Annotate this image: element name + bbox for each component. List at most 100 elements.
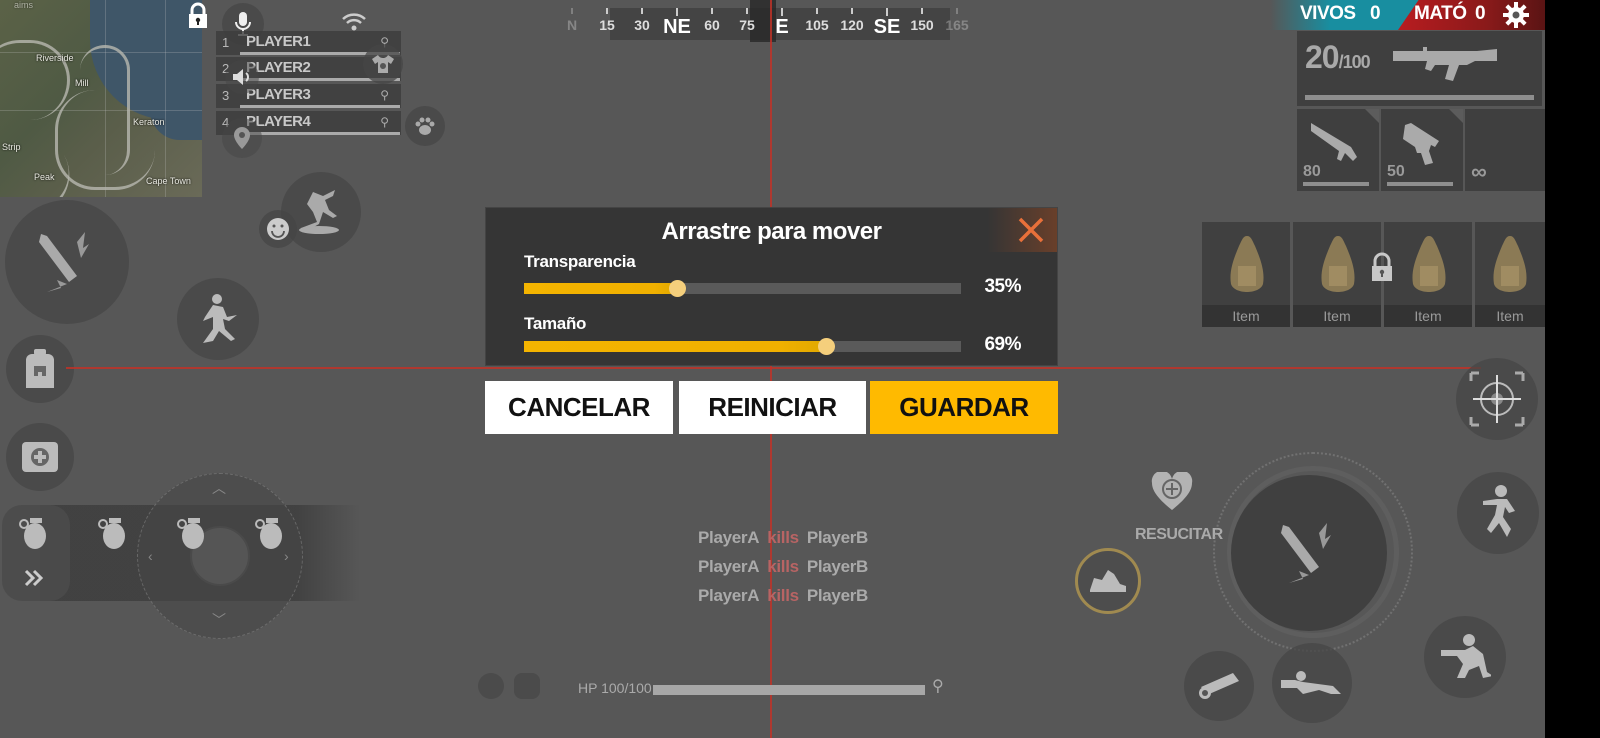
- jump-button[interactable]: [1457, 472, 1539, 554]
- kill-feed-entry: PlayerA kills PlayerB: [698, 528, 868, 548]
- current-ammo: 20/100: [1305, 39, 1371, 75]
- bag-icon: [1412, 236, 1446, 292]
- medkit-button[interactable]: [6, 423, 74, 491]
- dash-skill-button[interactable]: [1075, 548, 1141, 614]
- reset-button[interactable]: REINICIAR: [679, 381, 866, 434]
- double-chevron-right-icon[interactable]: [24, 568, 44, 588]
- compass-tick-mark: [641, 8, 643, 14]
- size-slider[interactable]: [524, 338, 961, 355]
- map-label: Keraton: [133, 117, 165, 127]
- compass-tick-label: 105: [805, 17, 829, 33]
- gear-icon[interactable]: [1503, 2, 1529, 28]
- size-value: 69%: [984, 334, 1021, 355]
- prone-button[interactable]: [1272, 643, 1352, 723]
- grenade-icon[interactable]: [18, 514, 48, 550]
- infinity-icon: ∞: [1471, 159, 1487, 184]
- compass-tick-mark: [956, 8, 958, 14]
- grenade-icon[interactable]: [254, 514, 284, 550]
- kill-feed-entry: PlayerA kills PlayerB: [698, 557, 868, 577]
- item-slot[interactable]: Item: [1384, 222, 1472, 327]
- bag-icon: [1493, 236, 1527, 292]
- sneaker-icon: [1090, 570, 1126, 592]
- transparency-slider[interactable]: [524, 280, 961, 297]
- emoji-button[interactable]: [259, 210, 297, 248]
- prone-soldier-icon: [1281, 671, 1341, 694]
- weapon-slot[interactable]: ∞: [1465, 109, 1545, 191]
- lock-icon[interactable]: [187, 2, 209, 28]
- compass-tick-label: 15: [599, 17, 615, 33]
- weapon-slot[interactable]: 50: [1381, 109, 1463, 191]
- sprint-button[interactable]: [177, 278, 259, 360]
- compass-tick-label: NE: [663, 16, 691, 38]
- item-slot[interactable]: Item: [1293, 222, 1381, 327]
- transparency-value: 35%: [984, 276, 1021, 297]
- fire-button-left[interactable]: [5, 200, 129, 324]
- minimap-road: [80, 45, 130, 175]
- kill-feed-entry: PlayerA kills PlayerB: [698, 586, 868, 606]
- outfit-button[interactable]: [363, 44, 403, 84]
- backpack-icon: [26, 349, 54, 388]
- pistol-icon: [1403, 123, 1439, 165]
- compass-tick-mark: [676, 8, 678, 16]
- hud-settings-dialog[interactable]: Arrastre para mover Transparencia 35% Ta…: [485, 207, 1058, 366]
- bag-icon: [1230, 236, 1264, 292]
- helmet-icon: [478, 673, 504, 699]
- weapon-slot[interactable]: 80: [1297, 109, 1379, 191]
- item-label: Item: [1293, 305, 1381, 327]
- compass-tick-mark: [921, 8, 923, 14]
- lock-icon: [1372, 252, 1392, 281]
- compass-tick: 30: [627, 8, 657, 33]
- tshirt-icon: [372, 55, 394, 73]
- close-button[interactable]: [987, 208, 1057, 252]
- scope-button[interactable]: [1456, 358, 1538, 440]
- kills-count: 0: [1475, 3, 1486, 24]
- slot-corner: [1365, 109, 1379, 123]
- slider-thumb[interactable]: [668, 280, 686, 297]
- victim-name: PlayerB: [806, 557, 869, 576]
- grenade-icon[interactable]: [176, 514, 206, 550]
- team-hp-bar: [240, 132, 400, 135]
- location-pin-icon[interactable]: ⚲: [380, 88, 389, 102]
- jumping-soldier-icon: [1483, 485, 1515, 537]
- fire-button[interactable]: [1231, 475, 1387, 631]
- assault-rifle-icon: [1393, 47, 1497, 81]
- hp-bar: [653, 685, 925, 695]
- paw-icon: [415, 117, 435, 135]
- backpack-button[interactable]: [6, 335, 74, 403]
- map-label: Riverside: [36, 53, 74, 63]
- killer-name: PlayerA: [698, 528, 760, 547]
- cancel-button[interactable]: CANCELAR: [485, 381, 673, 434]
- marker-button[interactable]: [222, 118, 262, 158]
- item-slot[interactable]: Item: [1475, 222, 1545, 327]
- slider-thumb[interactable]: [817, 338, 835, 355]
- weapon-durability-bar: [1305, 95, 1534, 100]
- item-label: Item: [1384, 305, 1472, 327]
- compass-tick-mark: [816, 8, 818, 14]
- location-pin-icon[interactable]: ⚲: [380, 115, 389, 129]
- current-weapon-panel[interactable]: 20/100: [1297, 31, 1542, 106]
- compass-tick: N: [557, 8, 587, 33]
- bag-icon: [1321, 236, 1355, 292]
- compass-tick: 75: [732, 8, 762, 33]
- item-slot[interactable]: Item: [1202, 222, 1290, 327]
- grenade-icon[interactable]: [97, 514, 127, 550]
- item-label: Item: [1202, 305, 1290, 327]
- kill-verb: kills: [767, 557, 799, 576]
- compass-tick-label: 60: [704, 17, 720, 33]
- crouch-button[interactable]: [1424, 616, 1506, 698]
- compass-tick: SE: [872, 8, 902, 39]
- map-label: Peak: [34, 172, 55, 182]
- compass-tick-mark: [571, 8, 573, 14]
- save-button[interactable]: GUARDAR: [870, 381, 1058, 434]
- alive-label: VIVOS: [1300, 3, 1356, 24]
- team-player-name: PLAYER3: [246, 86, 311, 103]
- slot-ammo: 80: [1303, 163, 1321, 180]
- location-pin-icon[interactable]: ⚲: [932, 676, 944, 696]
- heart-plus-icon[interactable]: [1151, 472, 1193, 512]
- minimap[interactable]: Riverside Mill Keraton Strip Peak Cape T…: [0, 0, 202, 197]
- speaker-button[interactable]: [225, 60, 259, 94]
- layout-guide-vertical: [770, 0, 772, 738]
- revive-label[interactable]: RESUCITAR: [1135, 526, 1223, 544]
- reload-button[interactable]: [1184, 651, 1254, 721]
- pet-button[interactable]: [405, 106, 445, 146]
